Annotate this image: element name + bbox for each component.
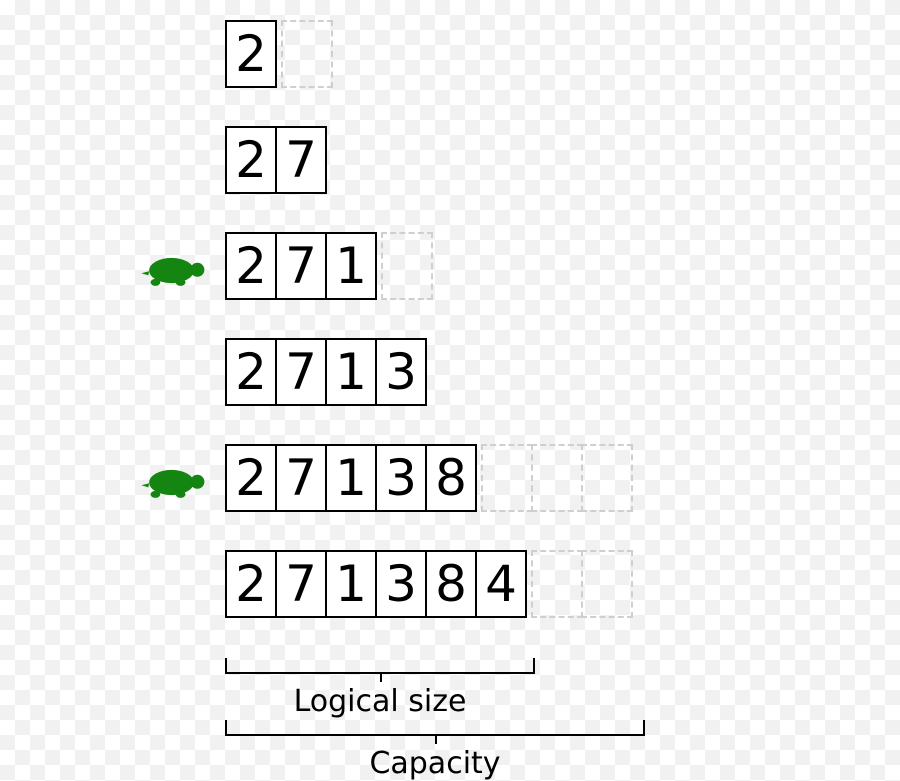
array-cell-filled: 2 (225, 338, 277, 406)
array-cell-empty (281, 20, 333, 88)
turtle-icon (140, 458, 210, 500)
array-row: 271384 (0, 550, 900, 620)
array-cells: 27 (225, 126, 327, 196)
array-cell-filled: 7 (275, 444, 327, 512)
array-cell-empty (481, 444, 533, 512)
array-cell-filled: 3 (375, 338, 427, 406)
array-cells: 2 (225, 20, 333, 90)
array-cell-filled: 1 (325, 232, 377, 300)
array-row: 27138 (0, 444, 900, 514)
array-cell-filled: 4 (475, 550, 527, 618)
array-cell-empty (531, 550, 583, 618)
array-cells: 2713 (225, 338, 427, 408)
array-row: 271 (0, 232, 900, 302)
array-cell-filled: 3 (375, 444, 427, 512)
array-row: 2713 (0, 338, 900, 408)
array-cell-filled: 7 (275, 232, 327, 300)
capacity-label: Capacity (225, 746, 645, 781)
array-cell-filled: 7 (275, 338, 327, 406)
array-rows: 227 2712713 27138271384 (0, 20, 900, 656)
array-cell-filled: 2 (225, 444, 277, 512)
array-cell-filled: 7 (275, 550, 327, 618)
turtle-icon (140, 246, 210, 288)
array-cell-filled: 2 (225, 126, 277, 194)
array-row: 27 (0, 126, 900, 196)
array-cell-filled: 2 (225, 550, 277, 618)
logical-size-bracket: Logical size (225, 658, 535, 719)
capacity-bracket: Capacity (225, 720, 645, 781)
array-cell-filled: 1 (325, 550, 377, 618)
array-cell-empty (581, 550, 633, 618)
array-cell-empty (581, 444, 633, 512)
array-cell-filled: 1 (325, 338, 377, 406)
array-cell-filled: 1 (325, 444, 377, 512)
array-cell-empty (531, 444, 583, 512)
array-cells: 271384 (225, 550, 633, 620)
array-cell-empty (381, 232, 433, 300)
array-cell-filled: 2 (225, 20, 277, 88)
array-cell-filled: 3 (375, 550, 427, 618)
array-cell-filled: 7 (275, 126, 327, 194)
array-cells: 271 (225, 232, 433, 302)
array-cells: 27138 (225, 444, 633, 514)
array-cell-filled: 2 (225, 232, 277, 300)
logical-size-label: Logical size (225, 684, 535, 719)
array-row: 2 (0, 20, 900, 90)
array-cell-filled: 8 (425, 444, 477, 512)
array-cell-filled: 8 (425, 550, 477, 618)
